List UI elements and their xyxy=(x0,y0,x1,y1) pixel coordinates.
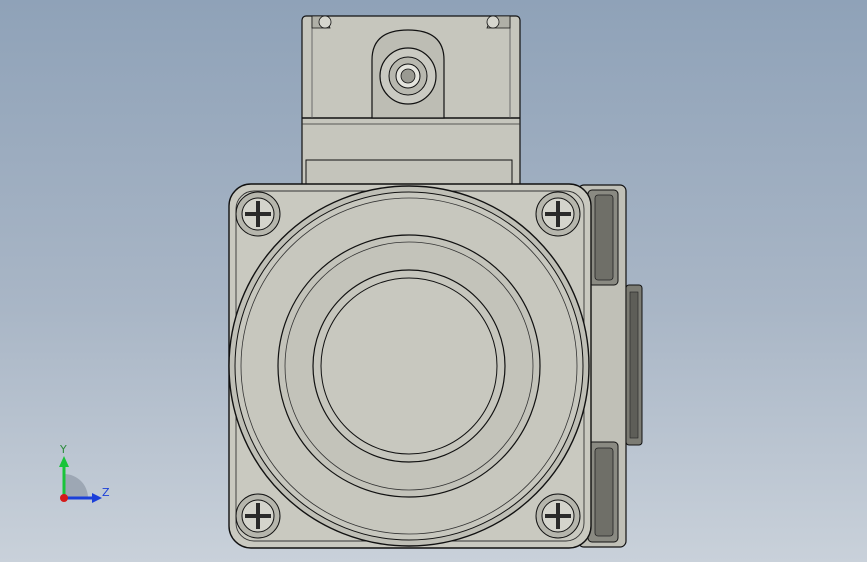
front-flange xyxy=(228,183,592,549)
screw-bottom-right xyxy=(535,493,581,539)
screw-bottom-left xyxy=(235,493,281,539)
cad-viewport[interactable]: Y Z xyxy=(0,0,867,562)
motor-model[interactable] xyxy=(0,0,867,562)
y-axis-label: Y xyxy=(60,443,67,456)
orientation-triad[interactable]: Y Z xyxy=(50,440,120,510)
terminal-box xyxy=(301,15,521,195)
screw-top-right xyxy=(535,191,581,237)
z-axis-label: Z xyxy=(102,486,110,499)
x-axis-dot xyxy=(60,494,68,502)
screw-top-left xyxy=(235,191,281,237)
